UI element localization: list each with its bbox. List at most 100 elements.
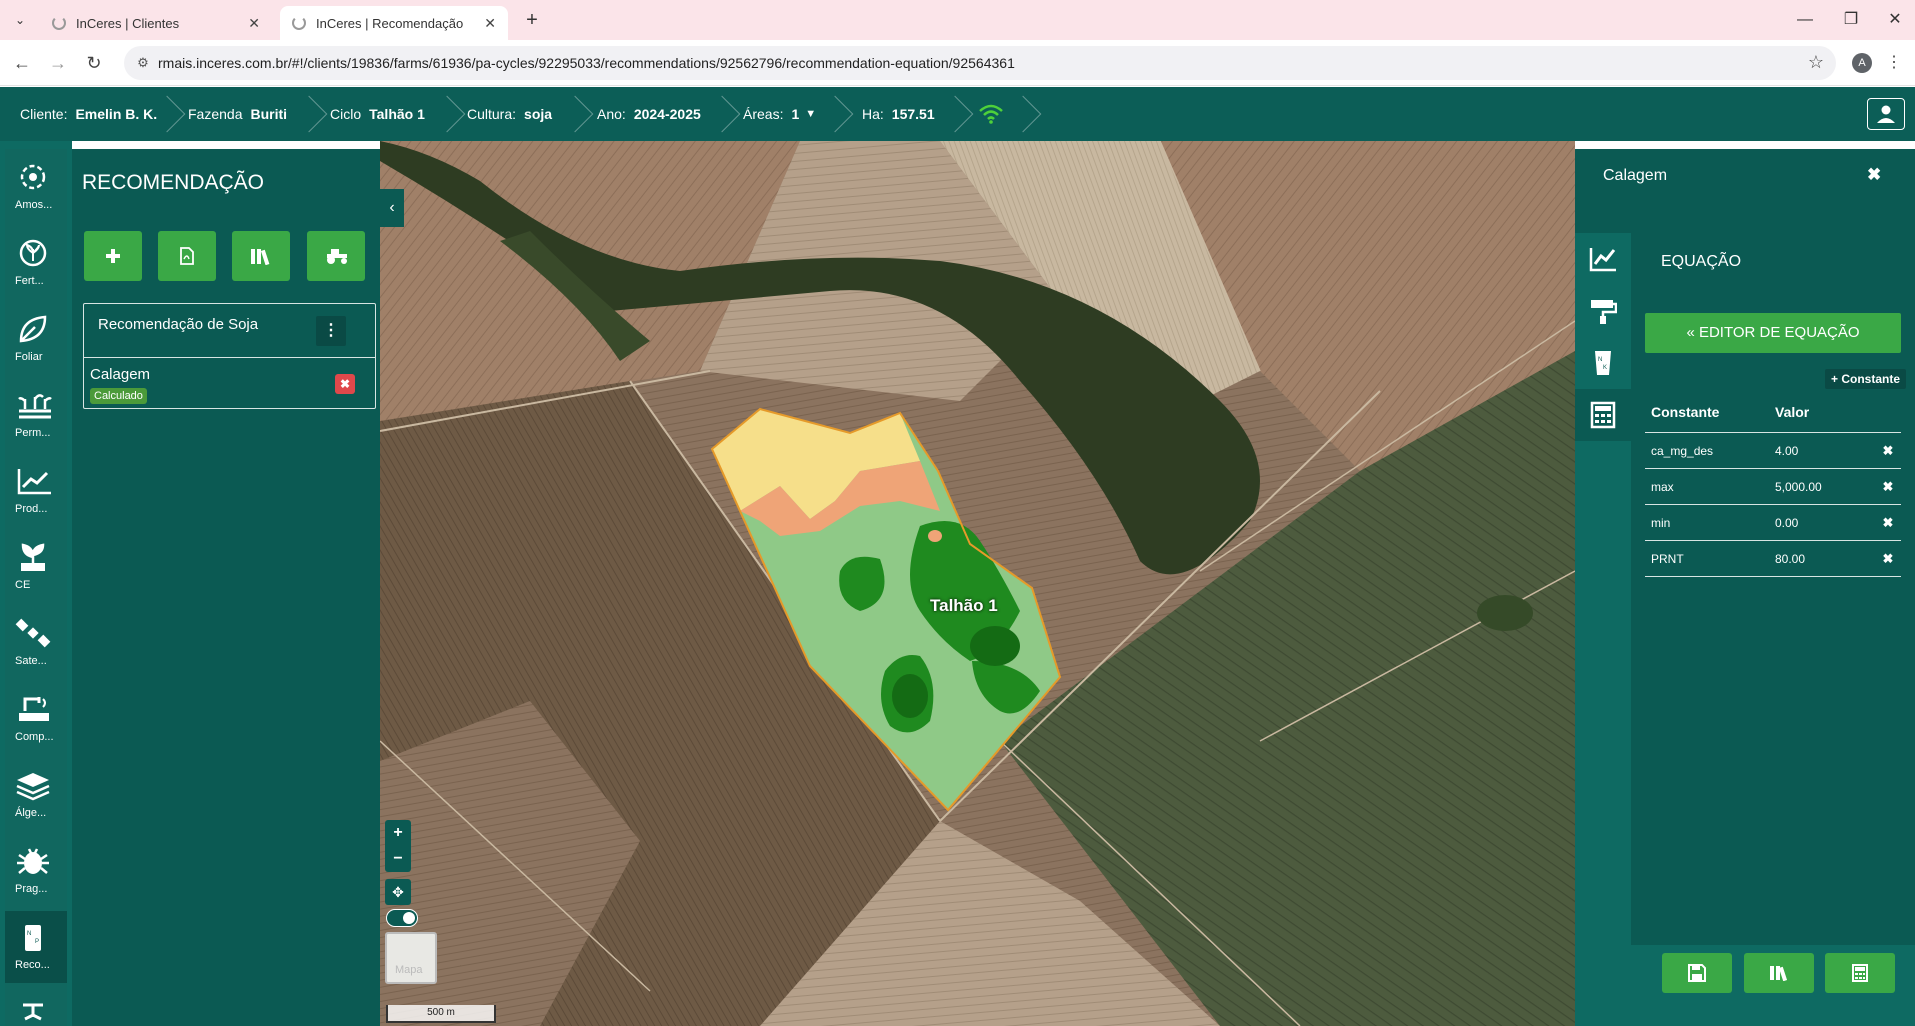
library-button[interactable] <box>232 231 290 281</box>
sidebar-item-pragas[interactable]: Prag... <box>5 835 67 907</box>
constant-value[interactable]: 5,000.00 <box>1775 480 1875 494</box>
bookmark-star-icon[interactable]: ☆ <box>1808 52 1824 73</box>
breadcrumb-cultura[interactable]: Cultura: soja <box>467 87 552 141</box>
zoom-control: + − <box>385 820 411 872</box>
fazenda-label: Fazenda <box>188 106 243 122</box>
back-icon[interactable]: ← <box>10 51 34 75</box>
add-recommendation-button[interactable] <box>84 231 142 281</box>
sidebar-item-label: Amos... <box>15 199 53 211</box>
zoom-out-button[interactable]: − <box>385 846 411 872</box>
basemap-label: Mapa <box>395 964 423 976</box>
constant-value[interactable]: 4.00 <box>1775 444 1875 458</box>
reload-icon[interactable]: ↻ <box>82 51 106 75</box>
constant-value[interactable]: 0.00 <box>1775 516 1875 530</box>
close-tab-icon[interactable]: ✕ <box>484 15 496 32</box>
equation-editor-button[interactable]: « EDITOR DE EQUAÇÃO <box>1645 313 1901 353</box>
svg-text:K: K <box>1603 365 1607 371</box>
sidebar-item-compactacao[interactable]: Comp... <box>5 683 67 755</box>
books-icon <box>251 249 270 265</box>
more-options-icon[interactable]: ⋮ <box>316 316 346 346</box>
tab-fertilizer[interactable]: NK <box>1575 337 1631 389</box>
delete-constant-icon[interactable]: ✖ <box>1875 443 1901 459</box>
chevron-down-icon[interactable]: ▼ <box>805 108 816 120</box>
add-constant-button[interactable]: + Constante <box>1825 369 1907 389</box>
books-icon <box>1770 966 1788 981</box>
user-menu-button[interactable] <box>1867 98 1905 130</box>
cliente-value: Emelin B. K. <box>75 106 158 122</box>
url-omnibox[interactable]: ⚙ rmais.inceres.com.br/#!/clients/19836/… <box>124 46 1836 80</box>
tab-calculator[interactable] <box>1575 389 1631 441</box>
recommendation-item-title[interactable]: Calagem <box>90 366 150 383</box>
sidebar-item-produtividade[interactable]: Prod... <box>5 455 67 527</box>
sidebar-item-label: Prag... <box>15 883 48 895</box>
delete-constant-icon[interactable]: ✖ <box>1875 479 1901 495</box>
user-icon <box>1877 105 1895 123</box>
close-window-button[interactable]: ✕ <box>1875 6 1915 34</box>
recommendation-card-title: Recomendação de Soja <box>98 316 259 333</box>
close-tab-icon[interactable]: ✕ <box>248 15 260 32</box>
sidebar-item-algebra[interactable]: Álge... <box>5 759 67 831</box>
leaf-icon <box>19 315 47 343</box>
fazenda-value: Buriti <box>250 106 288 122</box>
tab-chart[interactable] <box>1575 233 1631 285</box>
site-info-icon[interactable]: ⚙ <box>134 54 152 72</box>
sidebar-item-ce[interactable]: CE <box>5 531 67 603</box>
new-tab-button[interactable]: + <box>520 8 544 32</box>
sidebar-item-label: Comp... <box>15 731 54 743</box>
breadcrumb-ciclo[interactable]: Ciclo Talhão 1 <box>330 87 425 141</box>
tractor-button[interactable] <box>307 231 365 281</box>
forward-icon[interactable]: → <box>46 51 70 75</box>
satellite-map[interactable] <box>380 141 1575 1026</box>
calculator-icon <box>1590 401 1616 429</box>
calculate-button[interactable] <box>1825 953 1895 993</box>
export-pdf-button[interactable] <box>158 231 216 281</box>
delete-constant-icon[interactable]: ✖ <box>1875 551 1901 567</box>
browser-menu-icon[interactable]: ⋮ <box>1886 52 1902 72</box>
collapse-panel-chevron-icon[interactable]: ‹ <box>380 189 404 227</box>
satellite-icon <box>15 618 51 648</box>
sidebar-item-amostragem[interactable]: Amos... <box>5 151 67 223</box>
sidebar-item-satelite[interactable]: Sate... <box>5 607 67 679</box>
compaction-icon <box>19 697 49 721</box>
layer-toggle-switch[interactable] <box>386 909 418 927</box>
library-button[interactable] <box>1744 953 1814 993</box>
delete-constant-icon[interactable]: ✖ <box>1875 515 1901 531</box>
url-text[interactable]: rmais.inceres.com.br/#!/clients/19836/fa… <box>158 55 1015 71</box>
sidebar-item-perm[interactable]: Perm... <box>5 379 67 451</box>
breadcrumb-ano[interactable]: Ano: 2024-2025 <box>597 87 701 141</box>
layers-icon <box>16 773 50 801</box>
save-button[interactable] <box>1662 953 1732 993</box>
minimize-window-button[interactable]: — <box>1785 6 1825 34</box>
sidebar-item-fertilidade[interactable]: Fert... <box>5 227 67 299</box>
breadcrumb-fazenda[interactable]: Fazenda Buriti <box>188 87 287 141</box>
restore-window-button[interactable]: ❐ <box>1831 6 1871 34</box>
browser-tab-recomendacao[interactable]: InCeres | Recomendação ✕ <box>280 6 508 40</box>
constant-value[interactable]: 80.00 <box>1775 552 1875 566</box>
delete-item-button[interactable]: ✖ <box>335 374 355 394</box>
field-label[interactable]: Talhão 1 <box>930 596 998 616</box>
tab-paint[interactable] <box>1575 285 1631 337</box>
tab-search-chevron-icon[interactable]: ⌄ <box>8 8 32 32</box>
sidebar-item-foliar[interactable]: Foliar <box>5 303 67 375</box>
calculator-icon <box>1852 964 1868 982</box>
breadcrumb-areas[interactable]: Áreas: 1 ▼ <box>743 87 816 141</box>
profile-avatar[interactable]: A <box>1852 53 1872 73</box>
breadcrumb-cliente[interactable]: Cliente: Emelin B. K. <box>20 87 157 141</box>
pdf-file-icon <box>180 247 194 265</box>
paint-roller-icon <box>1591 300 1617 324</box>
permanent-crop-icon <box>18 394 52 419</box>
close-panel-icon[interactable]: ✖ <box>1867 165 1881 185</box>
browser-tab-clientes[interactable]: InCeres | Clientes ✕ <box>40 6 272 40</box>
sidebar-item-recomendacao[interactable]: NP Reco... <box>5 911 67 983</box>
map-view[interactable]: Talhão 1 ‹ + − ✥ Mapa 500 m <box>380 141 1575 1026</box>
sidebar-item-label: Álge... <box>15 807 47 819</box>
sidebar-item-label: Prod... <box>15 503 48 515</box>
breadcrumb-separator-icon <box>816 95 854 133</box>
section-title: EQUAÇÃO <box>1661 253 1742 270</box>
browser-tab-bar: ⌄ InCeres | Clientes ✕ InCeres | Recomen… <box>0 0 1915 40</box>
pan-move-icon[interactable]: ✥ <box>385 879 411 905</box>
sidebar-item-more[interactable] <box>5 987 67 1026</box>
basemap-switcher[interactable]: Mapa <box>385 932 437 984</box>
zoom-in-button[interactable]: + <box>385 820 411 846</box>
recommendation-card-header[interactable]: Recomendação de Soja ⋮ <box>84 304 375 358</box>
